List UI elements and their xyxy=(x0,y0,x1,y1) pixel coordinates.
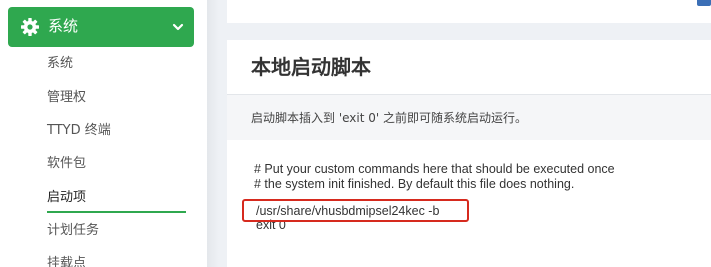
sidebar-item-admin[interactable]: 管理权 xyxy=(47,89,86,107)
sidebar-item-system[interactable]: 系统 xyxy=(47,55,73,73)
active-indicator xyxy=(47,211,186,213)
sidebar-shadow xyxy=(207,0,219,267)
sidebar-item-startup[interactable]: 启动项 xyxy=(47,189,86,207)
page-title: 本地启动脚本 xyxy=(251,55,371,79)
gear-icon xyxy=(21,18,39,36)
menu-group-system[interactable]: 系统 xyxy=(8,7,194,47)
menu-group-title: 系统 xyxy=(48,17,79,35)
previous-section-button[interactable] xyxy=(697,0,711,6)
highlight-box xyxy=(242,199,469,222)
sidebar-item-crontab[interactable]: 计划任务 xyxy=(47,222,99,240)
previous-section-card xyxy=(227,0,711,23)
page-description: 启动脚本插入到 'exit 0' 之前即可随系统启动运行。 xyxy=(251,111,527,125)
sidebar-item-ttyd[interactable]: TTYD 终端 xyxy=(47,122,111,140)
chevron-down-icon[interactable] xyxy=(172,21,184,33)
script-line: # the system init finished. By default t… xyxy=(254,177,575,191)
script-line: # Put your custom commands here that sho… xyxy=(254,162,615,176)
sidebar-item-packages[interactable]: 软件包 xyxy=(47,155,86,173)
sidebar-item-mounts[interactable]: 挂载点 xyxy=(47,255,86,267)
